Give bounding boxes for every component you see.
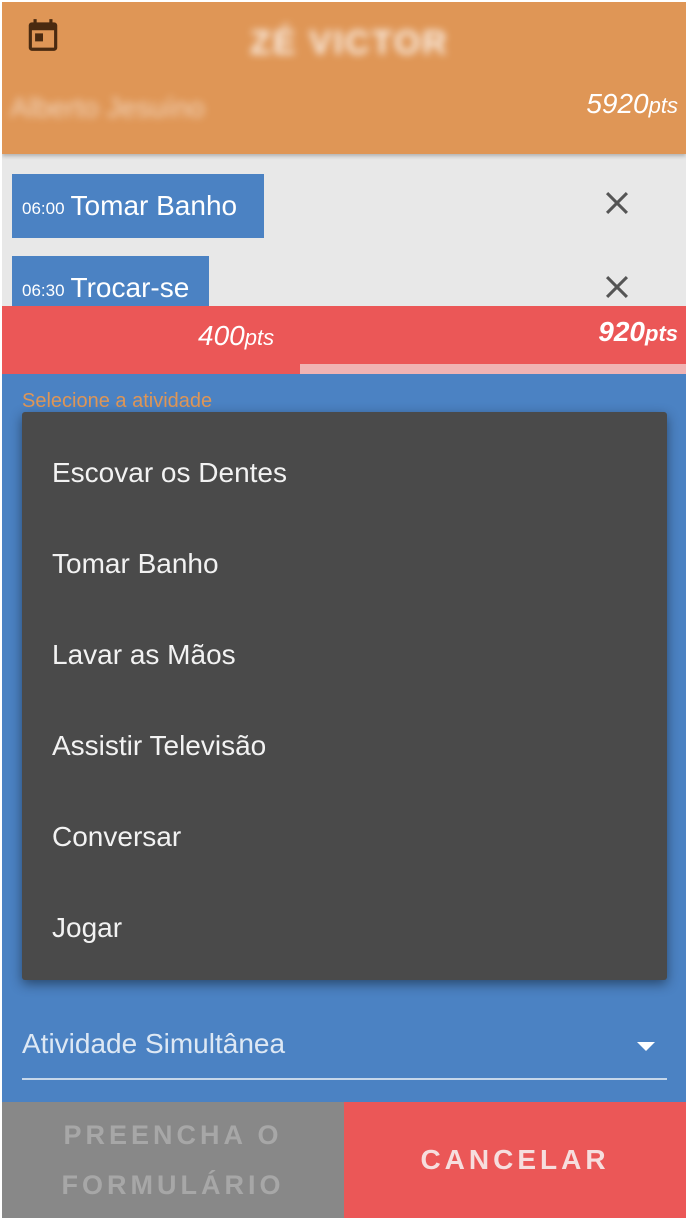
current-points-value: 400 xyxy=(198,320,245,351)
current-points-unit: pts xyxy=(244,325,275,350)
total-points-unit: pts xyxy=(648,93,678,118)
close-icon[interactable] xyxy=(600,186,634,220)
fill-form-button[interactable]: PREENCHA O FORMULÁRIO xyxy=(2,1102,344,1218)
chevron-down-icon[interactable] xyxy=(637,1042,655,1051)
activity-time: 06:30 xyxy=(22,281,65,300)
simultaneous-activity-select[interactable]: Atividade Simultânea xyxy=(22,1022,667,1080)
dropdown-option[interactable]: Tomar Banho xyxy=(52,548,219,580)
dropdown-option[interactable]: Lavar as Mãos xyxy=(52,639,236,671)
goal-points-unit: pts xyxy=(645,321,678,346)
app-header: ZÉ VICTOR Alberto Jesuíno 5920pts xyxy=(2,2,686,154)
fill-form-button-label: PREENCHA O FORMULÁRIO xyxy=(61,1120,285,1200)
current-points: 400pts xyxy=(198,320,274,352)
goal-points-value: 920 xyxy=(598,316,645,347)
activity-time: 06:00 xyxy=(22,199,65,218)
simultaneous-activity-label: Atividade Simultânea xyxy=(22,1028,286,1059)
total-points-value: 5920 xyxy=(586,88,649,119)
activity-label: Trocar-se xyxy=(70,272,190,303)
calendar-icon[interactable] xyxy=(24,16,62,54)
app-frame: ZÉ VICTOR Alberto Jesuíno 5920pts 06:00 … xyxy=(2,2,686,1218)
activity-label: Tomar Banho xyxy=(70,190,238,221)
user-subtitle: Alberto Jesuíno xyxy=(10,92,205,123)
user-name: ZÉ VICTOR xyxy=(250,24,449,62)
activity-item[interactable]: 06:00 Tomar Banho xyxy=(12,174,264,238)
activity-dropdown-menu: Escovar os Dentes Tomar Banho Lavar as M… xyxy=(22,412,667,980)
dropdown-option[interactable]: Assistir Televisão xyxy=(52,730,266,762)
total-points: 5920pts xyxy=(586,88,678,120)
points-bar xyxy=(2,306,686,364)
cancel-button-label: CANCELAR xyxy=(420,1144,610,1175)
cancel-button[interactable]: CANCELAR xyxy=(344,1102,686,1218)
activity-select-label: Selecione a atividade xyxy=(22,390,213,412)
dropdown-option[interactable]: Conversar xyxy=(52,821,181,853)
goal-points: 920pts xyxy=(598,316,678,348)
dropdown-option[interactable]: Jogar xyxy=(52,912,122,944)
close-icon[interactable] xyxy=(600,270,634,304)
dropdown-option[interactable]: Escovar os Dentes xyxy=(52,457,287,489)
points-progress-fill xyxy=(2,364,300,374)
